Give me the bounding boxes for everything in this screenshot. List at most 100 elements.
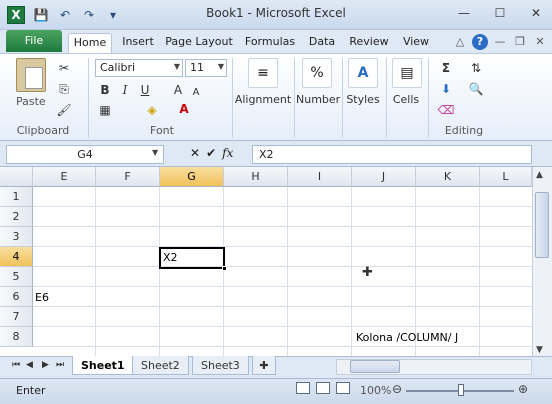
prev-sheet-icon[interactable]: ◀ [26, 360, 33, 370]
insert-sheet-icon[interactable]: ✚ [252, 356, 276, 375]
paste-icon[interactable] [16, 58, 46, 92]
column-header-l[interactable]: L [480, 167, 532, 187]
gridline [33, 346, 532, 347]
underline-button[interactable]: U [137, 82, 153, 98]
normal-view-icon[interactable] [296, 382, 310, 394]
number-format-icon[interactable]: % [302, 58, 332, 88]
fill-icon[interactable]: ⬇ [438, 81, 454, 97]
zoom-slider-knob[interactable] [458, 384, 464, 396]
increase-font-icon[interactable]: A [170, 82, 186, 98]
font-size-select[interactable]: 11 ▼ [185, 59, 227, 77]
italic-button[interactable]: I [117, 82, 133, 98]
styles-icon[interactable]: A [348, 58, 378, 88]
cut-icon[interactable]: ✂ [56, 60, 72, 76]
horizontal-scroll-thumb[interactable] [350, 360, 400, 373]
enter-icon[interactable]: ✔ [206, 146, 216, 160]
column-header-k[interactable]: K [416, 167, 480, 187]
view-buttons [296, 382, 350, 394]
help-icon[interactable]: ? [472, 34, 488, 50]
scroll-down-icon[interactable]: ▼ [536, 345, 543, 355]
tab-file[interactable]: File [6, 30, 62, 52]
page-break-view-icon[interactable] [336, 382, 350, 394]
insert-function-icon[interactable]: fx [222, 146, 233, 160]
zoom-level[interactable]: 100% [360, 384, 391, 397]
tab-data[interactable]: Data [306, 33, 338, 53]
styles-button-label[interactable]: Styles [344, 93, 382, 106]
gridline [95, 187, 96, 356]
borders-icon[interactable]: ▦ [97, 102, 113, 118]
font-name-select[interactable]: Calibri ▼ [95, 59, 183, 77]
column-header-e[interactable]: E [33, 167, 96, 187]
worksheet-grid[interactable]: E F G H I J K L 1 2 3 4 5 6 7 8 X2 E6 Ko… [0, 167, 532, 356]
name-box[interactable]: G4 [6, 145, 164, 164]
sort-filter-icon[interactable]: ⇅ [468, 60, 484, 76]
tab-home[interactable]: Home [68, 33, 112, 53]
active-cell-border[interactable] [159, 247, 225, 269]
close-button[interactable]: ✕ [524, 4, 548, 22]
column-header-i[interactable]: I [288, 167, 352, 187]
sheet-tab-2[interactable]: Sheet2 [132, 356, 189, 375]
chevron-down-icon: ▼ [173, 62, 180, 71]
select-all-corner[interactable] [0, 167, 33, 187]
last-sheet-icon[interactable]: ⏭ [56, 360, 64, 370]
column-header-j[interactable]: J [352, 167, 416, 187]
gridline [159, 187, 160, 356]
sheet-tab-1[interactable]: Sheet1 [72, 356, 134, 375]
copy-icon[interactable]: ⎘ [56, 81, 72, 97]
format-painter-icon[interactable]: 🖌 [56, 102, 72, 118]
column-header-g[interactable]: G [160, 167, 224, 187]
cells-icon[interactable]: ▤ [392, 58, 422, 88]
cells-button-label[interactable]: Cells [388, 93, 424, 106]
find-select-icon[interactable]: 🔍 [468, 81, 484, 97]
chevron-down-icon[interactable]: ▼ [152, 148, 158, 157]
tab-insert[interactable]: Insert [120, 33, 156, 53]
column-header-h[interactable]: H [224, 167, 288, 187]
column-header-f[interactable]: F [96, 167, 160, 187]
formula-input[interactable]: X2 [252, 145, 532, 164]
row-header-2[interactable]: 2 [0, 207, 33, 227]
gridline [33, 246, 532, 247]
first-sheet-icon[interactable]: ⏮ [12, 360, 20, 370]
decrease-font-icon[interactable]: A [188, 84, 204, 100]
row-header-1[interactable]: 1 [0, 187, 33, 207]
workbook-restore-button[interactable]: ❐ [512, 34, 528, 50]
bold-button[interactable]: B [97, 82, 113, 98]
gridline [33, 226, 532, 227]
page-layout-view-icon[interactable] [316, 382, 330, 394]
autosum-icon[interactable]: Σ [438, 60, 454, 76]
cell-j8[interactable]: Kolona /COLUMN/ J [356, 331, 458, 344]
tab-review[interactable]: Review [346, 33, 392, 53]
alignment-icon[interactable]: ≡ [248, 58, 278, 88]
row-header-3[interactable]: 3 [0, 227, 33, 247]
clear-icon[interactable]: ⌫ [438, 102, 455, 118]
paste-button-label[interactable]: Paste [16, 95, 46, 108]
vertical-scroll-thumb[interactable] [535, 192, 549, 258]
workbook-minimize-button[interactable]: — [492, 34, 508, 50]
alignment-button-label[interactable]: Alignment [234, 93, 292, 106]
row-header-5[interactable]: 5 [0, 267, 33, 287]
maximize-button[interactable]: ☐ [488, 4, 512, 22]
fill-handle[interactable] [222, 266, 227, 271]
collapse-ribbon-icon[interactable]: △ [452, 34, 468, 50]
cell-e6[interactable]: E6 [35, 291, 49, 304]
tab-page-layout[interactable]: Page Layout [164, 33, 234, 53]
font-color-icon[interactable]: A [176, 101, 192, 117]
row-header-6[interactable]: 6 [0, 287, 33, 307]
sheet-tab-3[interactable]: Sheet3 [192, 356, 249, 375]
next-sheet-icon[interactable]: ▶ [42, 360, 49, 370]
cancel-icon[interactable]: ✕ [190, 146, 200, 160]
gridline [33, 326, 532, 327]
tab-formulas[interactable]: Formulas [242, 33, 298, 53]
row-header-7[interactable]: 7 [0, 307, 33, 327]
row-header-4[interactable]: 4 [0, 247, 33, 267]
tab-view[interactable]: View [400, 33, 432, 53]
workbook-close-button[interactable]: ✕ [532, 34, 548, 50]
minimize-button[interactable]: — [452, 4, 476, 22]
zoom-in-icon[interactable]: ⊕ [518, 382, 528, 396]
scroll-up-icon[interactable]: ▲ [536, 170, 543, 180]
number-button-label[interactable]: Number [296, 93, 340, 106]
fill-color-icon[interactable]: ◈ [144, 102, 160, 118]
zoom-out-icon[interactable]: ⊖ [392, 382, 402, 396]
group-divider [294, 58, 295, 138]
row-header-8[interactable]: 8 [0, 327, 33, 347]
